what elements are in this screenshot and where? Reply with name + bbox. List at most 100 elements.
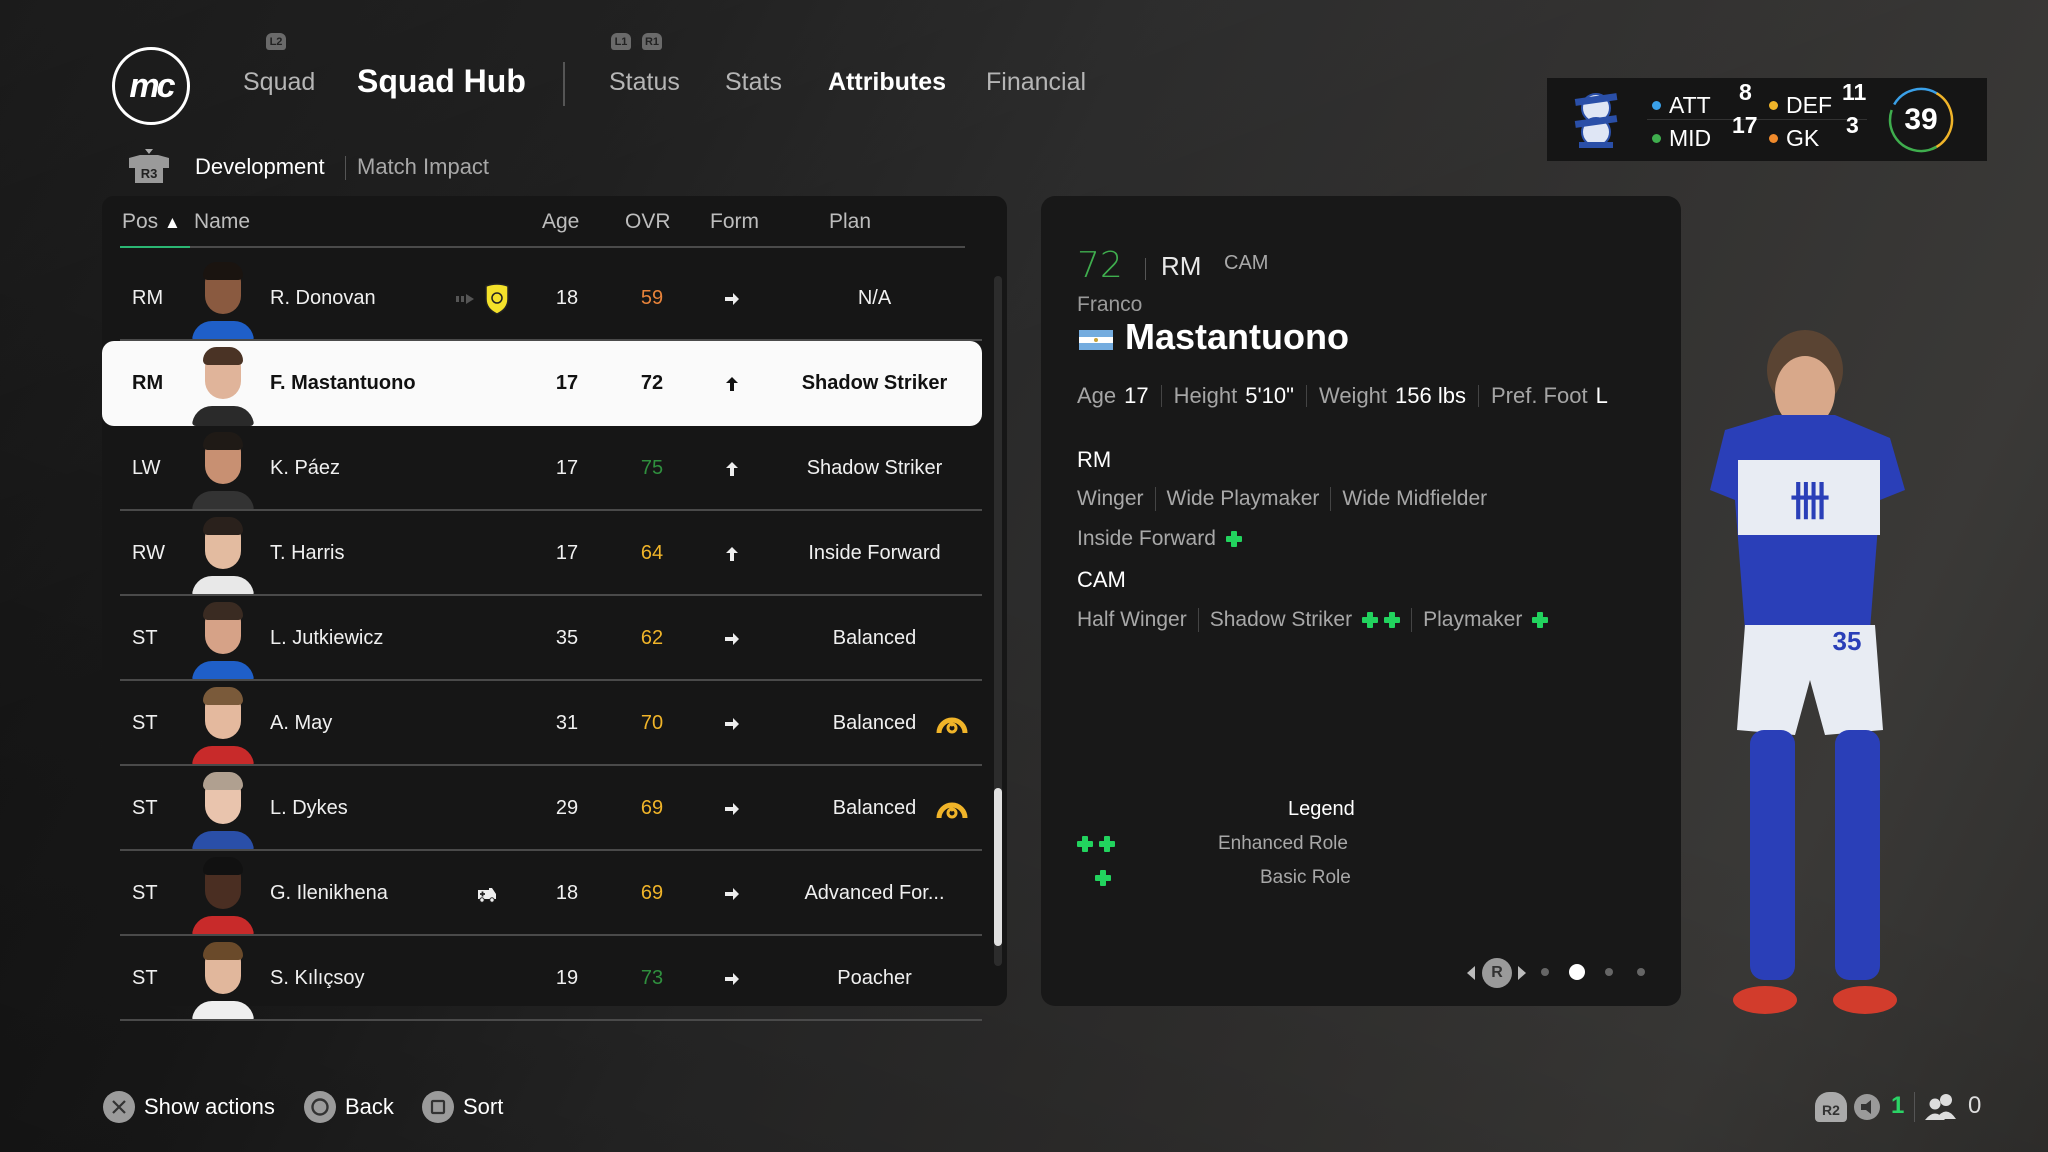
player-position: ST — [132, 882, 158, 904]
table-row[interactable]: ST G. Ilenikhena 18 69 Advanced For... — [102, 851, 982, 936]
att-dot — [1652, 101, 1661, 110]
player-age: 35 — [555, 627, 579, 649]
player-position: RW — [132, 542, 165, 564]
legend-basic-label: Basic Role — [1260, 867, 1351, 888]
mid-label: MID — [1669, 125, 1712, 151]
height-value: 5'10" — [1245, 383, 1294, 408]
back-button[interactable]: Back — [345, 1094, 394, 1120]
tab-status[interactable]: Status — [609, 68, 680, 97]
def-label: DEF — [1786, 92, 1832, 118]
portrait-hair — [203, 517, 243, 535]
subtab-development[interactable]: Development — [195, 154, 325, 180]
player-age: 18 — [555, 287, 579, 309]
portrait-image — [192, 430, 254, 511]
player-render: 卌 35 — [1710, 330, 1905, 1014]
subnav-divider — [345, 156, 346, 180]
def-value: 11 — [1842, 78, 1867, 105]
role-group-cam: CAM — [1077, 567, 1126, 592]
page-dot-2-active[interactable] — [1569, 964, 1585, 980]
news-megaphone-icon[interactable] — [1853, 1093, 1881, 1121]
portrait-shirt — [192, 916, 254, 936]
portrait-shirt — [192, 321, 254, 341]
height-label: Height — [1173, 383, 1238, 408]
header-ovr[interactable]: OVR — [625, 210, 671, 234]
player-right-boot — [1833, 986, 1897, 1014]
weight-label: Weight — [1318, 383, 1388, 408]
table-row[interactable]: ST S. Kılıçsoy 19 73 Poacher — [102, 936, 982, 1021]
social-users-icon[interactable] — [1924, 1092, 1958, 1122]
player-age: 19 — [555, 967, 579, 989]
pager-next-icon[interactable] — [1518, 966, 1526, 980]
table-row[interactable]: RM F. Mastantuono 17 72 Shadow Striker — [102, 341, 982, 426]
bio-divider — [1305, 385, 1307, 407]
cross-button-icon[interactable] — [103, 1091, 135, 1123]
portrait-shirt — [192, 576, 254, 596]
portrait-hair — [203, 347, 243, 365]
tab-attributes[interactable]: Attributes — [828, 68, 946, 97]
notifications-count: 1 — [1891, 1092, 1905, 1119]
player-position: RM — [132, 372, 164, 394]
table-row[interactable]: RM R. Donovan 18 59 N/A — [102, 256, 982, 341]
sort-button[interactable]: Sort — [463, 1094, 503, 1120]
injury-ambulance-icon — [467, 851, 507, 936]
plus-icon — [1095, 870, 1111, 886]
gk-label: GK — [1786, 125, 1820, 151]
player-position: LW — [132, 457, 161, 479]
player-portrait — [192, 770, 254, 851]
role-group-rm: RM — [1077, 447, 1112, 472]
player-position: ST — [132, 967, 158, 989]
basic-role-plus-icon — [1225, 531, 1242, 547]
page-dot-1[interactable] — [1541, 968, 1549, 976]
portrait-image — [192, 515, 254, 596]
player-plan: Balanced — [832, 627, 917, 649]
page-dot-4[interactable] — [1637, 968, 1645, 976]
player-age: 17 — [555, 372, 579, 394]
show-actions-button[interactable]: Show actions — [144, 1094, 275, 1120]
header-form[interactable]: Form — [710, 210, 759, 234]
portrait-hair — [203, 432, 243, 450]
player-plan: Poacher — [837, 967, 912, 989]
table-row[interactable]: ST L. Jutkiewicz 35 62 Balanced — [102, 596, 982, 681]
enhanced-role-plus-icon — [1384, 612, 1401, 628]
argentina-flag-icon — [1079, 330, 1113, 350]
player-plan: Shadow Striker — [806, 457, 943, 479]
table-row[interactable]: LW K. Páez 17 75 Shadow Striker — [102, 426, 982, 511]
table-row[interactable]: ST L. Dykes 29 69 Balanced — [102, 766, 982, 851]
header-pos[interactable]: Pos ▲ — [122, 210, 181, 234]
player-plan: Advanced For... — [804, 882, 945, 904]
table-row[interactable]: RW T. Harris 17 64 Inside Forward — [102, 511, 982, 596]
form-steady-arrow-icon — [717, 766, 747, 851]
pager-prev-icon[interactable] — [1467, 966, 1475, 980]
portrait-image — [192, 685, 254, 766]
square-button-icon[interactable] — [422, 1091, 454, 1123]
player-portrait — [192, 515, 254, 596]
r2-hint-icon: R2 — [1815, 1092, 1847, 1122]
table-row[interactable]: ST A. May 31 70 Balanced — [102, 681, 982, 766]
player-portrait — [192, 600, 254, 681]
tab-stats[interactable]: Stats — [725, 68, 782, 97]
form-up-arrow-icon — [717, 426, 747, 511]
header-age[interactable]: Age — [542, 210, 579, 234]
role-half-winger: Half Winger — [1077, 608, 1187, 631]
nav-divider — [563, 62, 565, 106]
portrait-shirt — [192, 1001, 254, 1021]
mid-count: MID — [1652, 125, 1711, 152]
circle-button-icon[interactable] — [304, 1091, 336, 1123]
header-name[interactable]: Name — [194, 210, 250, 234]
page-dot-3[interactable] — [1605, 968, 1613, 976]
def-dot — [1769, 101, 1778, 110]
tab-financial[interactable]: Financial — [986, 68, 1086, 97]
scrollbar-thumb[interactable] — [994, 788, 1002, 946]
row-divider — [120, 1019, 982, 1021]
subtab-match-impact[interactable]: Match Impact — [357, 154, 489, 180]
player-position: ST — [132, 797, 158, 819]
l2-hint-icon: L2 — [266, 33, 286, 50]
detail-secondary-position: CAM — [1224, 252, 1269, 274]
portrait-hair — [203, 772, 243, 790]
l1-hint-icon: L1 — [611, 33, 631, 50]
portrait-shirt — [192, 661, 254, 681]
nav-squad[interactable]: Squad — [243, 68, 315, 97]
mid-value: 17 — [1732, 111, 1758, 138]
player-position: ST — [132, 712, 158, 734]
header-plan[interactable]: Plan — [829, 210, 871, 234]
